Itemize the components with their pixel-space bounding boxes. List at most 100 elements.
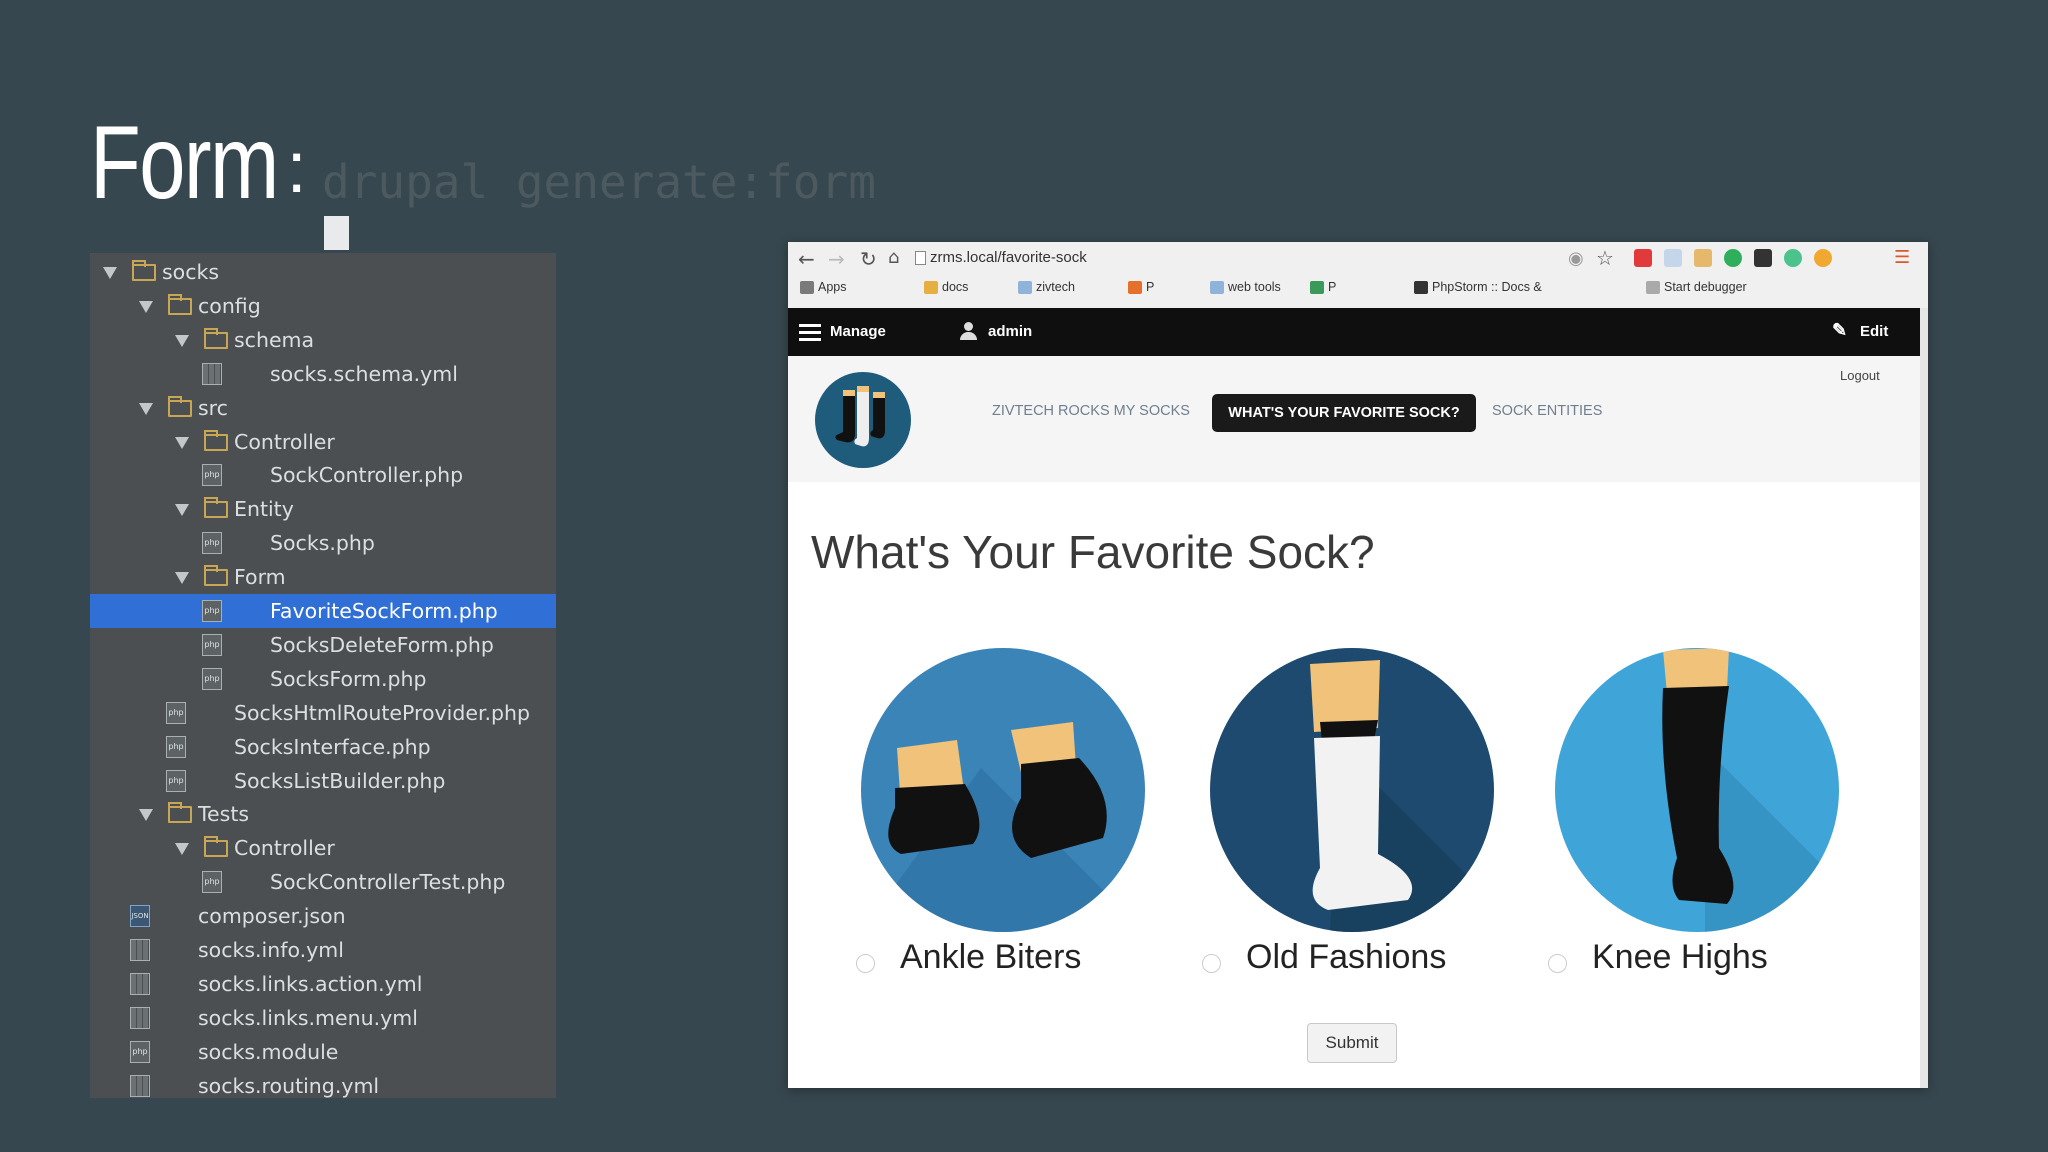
tree-row[interactable]: Form <box>90 560 556 594</box>
extension-orange-icon[interactable] <box>1814 249 1832 267</box>
bookmark-link[interactable]: Apps <box>818 280 847 294</box>
tree-row[interactable]: Entity <box>90 492 556 526</box>
expand-arrow-icon[interactable] <box>175 436 189 449</box>
extension-pm-icon[interactable] <box>1664 249 1682 267</box>
star-icon[interactable]: ☆ <box>1596 246 1614 270</box>
bookmark-link[interactable]: docs <box>942 280 968 294</box>
tree-row[interactable]: php SocksHtmlRouteProvider.php <box>90 696 556 730</box>
tree-row[interactable]: Controller <box>90 425 556 459</box>
slide-title: Form : <box>90 108 307 218</box>
tree-row-label: SocksForm.php <box>270 666 427 691</box>
tree-row-label: Entity <box>234 497 294 522</box>
bookmark-link[interactable]: P <box>1328 280 1336 294</box>
tree-row[interactable]: php SockControllerTest.php <box>90 865 556 899</box>
file-tree[interactable]: socks config schema socks.schema.yml src Cont… <box>90 253 556 1098</box>
bookmark-icon <box>1646 281 1660 294</box>
knee-highs-image[interactable] <box>1555 648 1839 932</box>
tree-row[interactable]: socks.schema.yml <box>90 357 556 391</box>
expand-arrow-icon[interactable] <box>175 843 189 856</box>
tree-row[interactable]: JSON composer.json <box>90 899 556 933</box>
address-bar[interactable]: zrms.local/favorite-sock <box>930 249 1087 266</box>
tree-row[interactable]: php SockController.php <box>90 458 556 492</box>
tree-row[interactable]: src <box>90 391 556 425</box>
expand-arrow-icon[interactable] <box>175 572 189 585</box>
bookmark-icon <box>1018 281 1032 294</box>
tree-row[interactable]: php SocksListBuilder.php <box>90 764 556 798</box>
option-label-old-fashions[interactable]: Old Fashions <box>1246 938 1446 977</box>
extension-green-icon[interactable] <box>1724 249 1742 267</box>
radio-old-fashions[interactable] <box>1202 954 1221 973</box>
radio-knee-highs[interactable] <box>1548 954 1567 973</box>
forward-icon[interactable]: → <box>828 247 845 271</box>
bookmark-link[interactable]: web tools <box>1228 280 1281 294</box>
extension-red-icon[interactable] <box>1634 249 1652 267</box>
home-icon[interactable]: ⌂ <box>888 247 899 268</box>
tree-row[interactable]: php socks.module <box>90 1035 556 1069</box>
tree-row[interactable]: php SocksForm.php <box>90 662 556 696</box>
tree-row-label: socks.module <box>198 1039 339 1064</box>
nav-link-favorite-sock[interactable]: WHAT'S YOUR FAVORITE SOCK? <box>1212 394 1476 432</box>
site-logo[interactable] <box>815 372 911 468</box>
extension-dark-icon[interactable] <box>1754 249 1772 267</box>
folder-icon <box>204 327 228 349</box>
extension-teal-icon[interactable] <box>1784 249 1802 267</box>
reload-icon[interactable]: ↻ <box>860 247 877 271</box>
tree-row[interactable]: socks <box>90 255 556 289</box>
tree-row-label: socks.info.yml <box>198 938 344 962</box>
bookmark-link[interactable]: zivtech <box>1036 280 1075 294</box>
php-file-icon: php <box>166 735 186 758</box>
tree-row[interactable]: php SocksDeleteForm.php <box>90 628 556 662</box>
expand-arrow-icon[interactable] <box>175 504 189 517</box>
folder-icon <box>168 293 192 315</box>
tree-row[interactable]: socks.links.action.yml <box>90 967 556 1001</box>
tree-row[interactable]: socks.routing.yml <box>90 1069 556 1098</box>
folder-icon <box>204 497 228 519</box>
expand-arrow-icon[interactable] <box>175 334 189 347</box>
page-icon <box>915 251 926 265</box>
logout-link[interactable]: Logout <box>1840 368 1880 383</box>
folder-icon <box>204 429 228 451</box>
option-label-knee-highs[interactable]: Knee Highs <box>1592 938 1768 977</box>
yml-file-icon <box>130 972 150 995</box>
bookmark-link[interactable]: Start debugger <box>1664 280 1747 294</box>
shield-icon[interactable]: ◉ <box>1568 248 1584 269</box>
tree-row-label: Controller <box>234 836 335 861</box>
tree-row[interactable]: socks.links.menu.yml <box>90 1001 556 1035</box>
back-icon[interactable]: ← <box>798 247 815 271</box>
tree-row[interactable]: php SocksInterface.php <box>90 730 556 764</box>
ankle-biters-image[interactable] <box>861 648 1145 932</box>
bookmark-icon <box>1210 281 1224 294</box>
tree-row[interactable]: Tests <box>90 797 556 831</box>
expand-arrow-icon[interactable] <box>139 300 153 313</box>
tree-row-label: SocksListBuilder.php <box>234 768 446 793</box>
tree-row[interactable]: socks.info.yml <box>90 933 556 967</box>
scrollbar[interactable] <box>1920 308 1928 1088</box>
tree-row-label: src <box>198 395 228 420</box>
bookmark-link[interactable]: PhpStorm :: Docs & <box>1432 280 1542 294</box>
nav-link-zivtech[interactable]: ZIVTECH ROCKS MY SOCKS <box>992 403 1190 419</box>
nav-link-sock-entities[interactable]: SOCK ENTITIES <box>1492 403 1602 419</box>
user-link[interactable]: admin <box>988 323 1032 340</box>
submit-button[interactable]: Submit <box>1307 1023 1397 1063</box>
tree-row[interactable]: php Socks.php <box>90 526 556 560</box>
menu-icon[interactable]: ☰ <box>1894 247 1910 268</box>
tree-row[interactable]: php FavoriteSockForm.php <box>90 594 556 628</box>
bookmark-icon <box>1414 281 1428 294</box>
php-file-icon: php <box>202 600 222 622</box>
manage-link[interactable]: Manage <box>830 323 886 340</box>
hamburger-icon[interactable] <box>799 324 821 327</box>
extension-face-icon[interactable] <box>1694 249 1712 267</box>
expand-arrow-icon[interactable] <box>139 402 153 415</box>
tree-row[interactable]: config <box>90 289 556 323</box>
slide-title-colon: : <box>286 128 307 208</box>
expand-arrow-icon[interactable] <box>103 267 117 279</box>
edit-link[interactable]: Edit <box>1860 323 1888 340</box>
radio-ankle-biters[interactable] <box>856 954 875 973</box>
option-label-ankle-biters[interactable]: Ankle Biters <box>900 938 1081 977</box>
tree-row[interactable]: schema <box>90 323 556 357</box>
tree-row[interactable]: Controller <box>90 831 556 865</box>
bookmark-link[interactable]: P <box>1146 280 1154 294</box>
old-fashions-image[interactable] <box>1210 648 1494 932</box>
php-file-icon: php <box>202 532 222 555</box>
expand-arrow-icon[interactable] <box>139 809 153 822</box>
